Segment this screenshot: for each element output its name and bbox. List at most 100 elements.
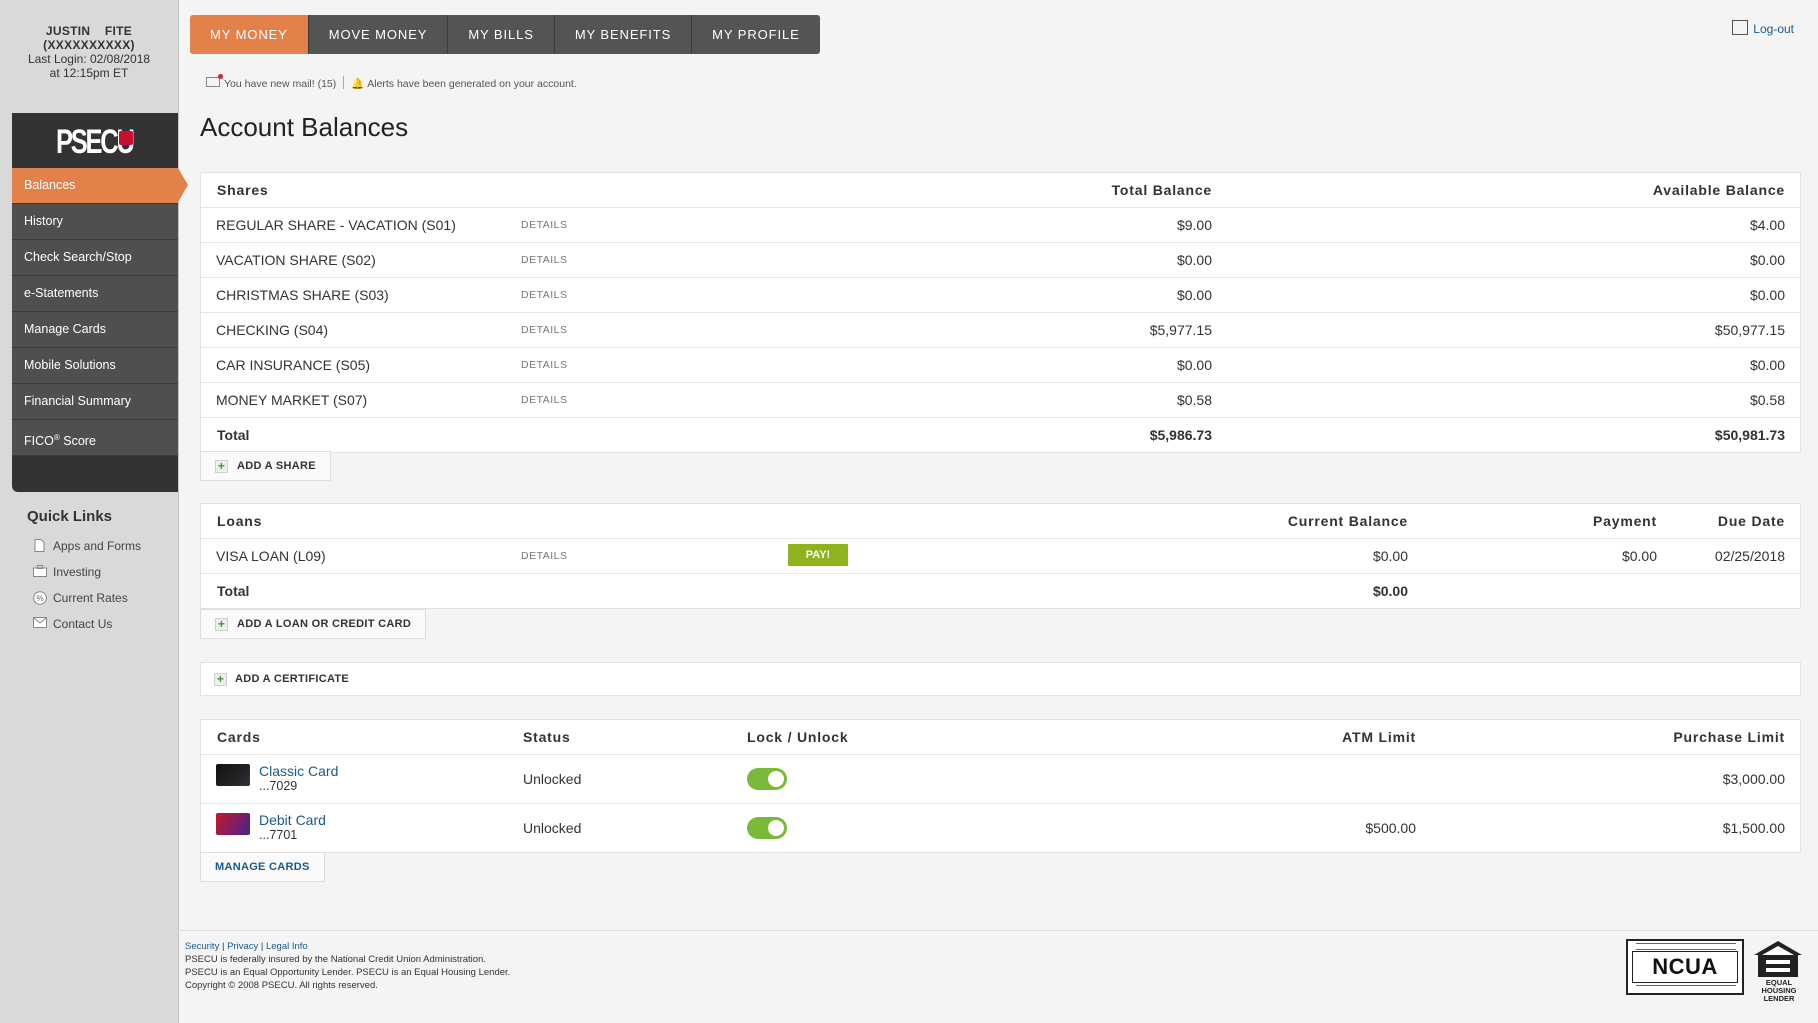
sidebar-nav-footer bbox=[12, 456, 178, 492]
available-balance: $0.00 bbox=[1749, 252, 1785, 268]
mail-icon bbox=[206, 74, 223, 87]
quick-link-current-rates[interactable]: % Current Rates bbox=[27, 585, 177, 611]
details-link[interactable]: DETAILS bbox=[521, 278, 567, 312]
user-name: JUSTIN FITE bbox=[45, 24, 133, 38]
lock-toggle[interactable] bbox=[747, 817, 787, 839]
sidebar-item-mobile-solutions[interactable]: Mobile Solutions bbox=[12, 348, 178, 384]
legal-info-link[interactable]: Legal Info bbox=[266, 941, 308, 952]
share-name: CAR INSURANCE (S05) bbox=[216, 357, 371, 373]
shares-panel: Shares Total Balance Available Balance R… bbox=[200, 172, 1801, 453]
plus-icon: + bbox=[215, 460, 228, 473]
card-name-link[interactable]: Classic Card bbox=[259, 763, 338, 779]
footer-line: Copyright © 2008 PSECU. All rights reser… bbox=[185, 980, 378, 991]
share-name: CHRISTMAS SHARE (S03) bbox=[216, 287, 389, 303]
sidebar-item-e-statements[interactable]: e-Statements bbox=[12, 276, 178, 312]
due-date: 02/25/2018 bbox=[1714, 548, 1785, 564]
card-number: ...7029 bbox=[259, 779, 298, 793]
manage-cards-button[interactable]: MANAGE CARDS bbox=[200, 852, 325, 882]
add-share-button[interactable]: + ADD A SHARE bbox=[200, 451, 331, 481]
privacy-link[interactable]: Privacy bbox=[227, 941, 258, 952]
lock-unlock-header: Lock / Unlock bbox=[747, 729, 849, 745]
share-name: REGULAR SHARE - VACATION (S01) bbox=[216, 217, 456, 233]
tab-my-bills[interactable]: MY BILLS bbox=[448, 15, 555, 54]
pay-button[interactable]: PAY! bbox=[788, 544, 848, 566]
due-date-header: Due Date bbox=[1717, 513, 1785, 529]
tab-my-benefits[interactable]: MY BENEFITS bbox=[554, 15, 693, 54]
sidebar-item-financial-summary[interactable]: Financial Summary bbox=[12, 384, 178, 420]
table-row: VISA LOAN (L09) DETAILS PAY! $0.00 $0.00… bbox=[201, 538, 1800, 573]
lock-toggle[interactable] bbox=[747, 768, 787, 790]
tab-my-money[interactable]: MY MONEY bbox=[190, 15, 309, 54]
shares-total-available: $50,981.73 bbox=[1714, 427, 1785, 443]
logout-icon bbox=[1732, 20, 1749, 35]
total-label: Total bbox=[217, 583, 250, 599]
debit-card-image bbox=[216, 813, 250, 835]
sidebar-item-balances[interactable]: Balances bbox=[12, 168, 188, 204]
security-link[interactable]: Security bbox=[185, 941, 219, 952]
top-nav: MY MONEY MOVE MONEY MY BILLS MY BENEFITS… bbox=[190, 15, 820, 54]
sidebar-item-manage-cards[interactable]: Manage Cards bbox=[12, 312, 178, 348]
available-balance: $0.00 bbox=[1749, 287, 1785, 303]
add-loan-button[interactable]: + ADD A LOAN OR CREDIT CARD bbox=[200, 609, 427, 639]
logout-link[interactable]: Log-out bbox=[1732, 20, 1794, 36]
alerts-link[interactable]: 🔔 Alerts have been generated on your acco… bbox=[351, 78, 577, 90]
tab-move-money[interactable]: MOVE MONEY bbox=[308, 15, 449, 54]
sidebar-item-fico-score[interactable]: FICO® Score bbox=[12, 420, 178, 456]
house-roof-inner bbox=[1762, 946, 1794, 955]
sidebar-item-label: History bbox=[24, 214, 63, 228]
house-body bbox=[1758, 955, 1798, 977]
total-balance: $0.00 bbox=[1176, 287, 1212, 303]
svg-text:%: % bbox=[36, 594, 43, 603]
ncua-logo: NCUA bbox=[1626, 939, 1744, 995]
sidebar-item-label: Mobile Solutions bbox=[24, 358, 116, 372]
quick-link-label: Apps and Forms bbox=[53, 539, 142, 553]
quick-link-label: Investing bbox=[53, 565, 102, 579]
card-name-link[interactable]: Debit Card bbox=[259, 812, 326, 828]
details-link[interactable]: DETAILS bbox=[521, 348, 567, 382]
sidebar-item-label-suffix: Score bbox=[59, 434, 96, 449]
logo-mark-icon bbox=[119, 131, 133, 145]
new-mail-link[interactable]: You have new mail! (15) bbox=[206, 74, 336, 90]
ehl-label: EQUAL HOUSING LENDER bbox=[1761, 978, 1797, 1003]
details-link[interactable]: DETAILS bbox=[521, 383, 567, 417]
tab-my-profile[interactable]: MY PROFILE bbox=[692, 15, 820, 54]
document-icon bbox=[33, 539, 46, 552]
available-balance-header: Available Balance bbox=[1652, 182, 1785, 198]
total-balance: $5,977.15 bbox=[1149, 322, 1212, 338]
table-row: CHRISTMAS SHARE (S03) DETAILS $0.00 $0.0… bbox=[201, 277, 1800, 312]
cards-header: Cards bbox=[217, 729, 261, 745]
quick-link-investing[interactable]: Investing bbox=[27, 559, 177, 585]
sidebar-item-check-search[interactable]: Check Search/Stop bbox=[12, 240, 178, 276]
account-number: (XXXXXXXXXX) bbox=[43, 38, 135, 52]
quick-link-apps-forms[interactable]: Apps and Forms bbox=[27, 533, 177, 559]
quick-link-contact-us[interactable]: Contact Us bbox=[27, 611, 177, 637]
sidebar-item-history[interactable]: History bbox=[12, 204, 178, 240]
current-balance-header: Current Balance bbox=[1287, 513, 1408, 529]
purchase-limit-header: Purchase Limit bbox=[1673, 729, 1785, 745]
shares-header-row: Shares Total Balance Available Balance bbox=[201, 173, 1800, 207]
ncua-fine-print bbox=[1636, 943, 1736, 950]
details-link[interactable]: DETAILS bbox=[521, 243, 567, 277]
add-share-label: ADD A SHARE bbox=[237, 460, 316, 472]
details-link[interactable]: DETAILS bbox=[521, 313, 567, 347]
brand-logo[interactable]: PSECU bbox=[12, 113, 178, 168]
equal-sign-bar bbox=[1766, 968, 1790, 972]
briefcase-icon bbox=[33, 565, 47, 578]
sidebar-item-label: Balances bbox=[24, 178, 76, 192]
logout-label: Log-out bbox=[1753, 22, 1794, 36]
classic-card-image bbox=[216, 764, 250, 786]
details-link[interactable]: DETAILS bbox=[521, 539, 567, 573]
last-login-time: at 12:15pm ET bbox=[49, 66, 129, 80]
details-link[interactable]: DETAILS bbox=[521, 208, 567, 242]
purchase-limit: $1,500.00 bbox=[1722, 820, 1785, 836]
loan-name: VISA LOAN (L09) bbox=[216, 548, 326, 564]
table-row: Classic Card ...7029 Unlocked $3,000.00 bbox=[201, 754, 1800, 803]
add-loan-label: ADD A LOAN OR CREDIT CARD bbox=[237, 618, 412, 630]
shares-total-row: Total $5,986.73 $50,981.73 bbox=[201, 417, 1800, 452]
share-name: VACATION SHARE (S02) bbox=[216, 252, 376, 268]
add-certificate-label: ADD A CERTIFICATE bbox=[235, 673, 350, 685]
current-balance: $0.00 bbox=[1372, 548, 1408, 564]
loans-panel: Loans Current Balance Payment Due Date V… bbox=[200, 503, 1801, 609]
table-row: VACATION SHARE (S02) DETAILS $0.00 $0.00 bbox=[201, 242, 1800, 277]
add-certificate-button[interactable]: + ADD A CERTIFICATE bbox=[201, 663, 349, 695]
